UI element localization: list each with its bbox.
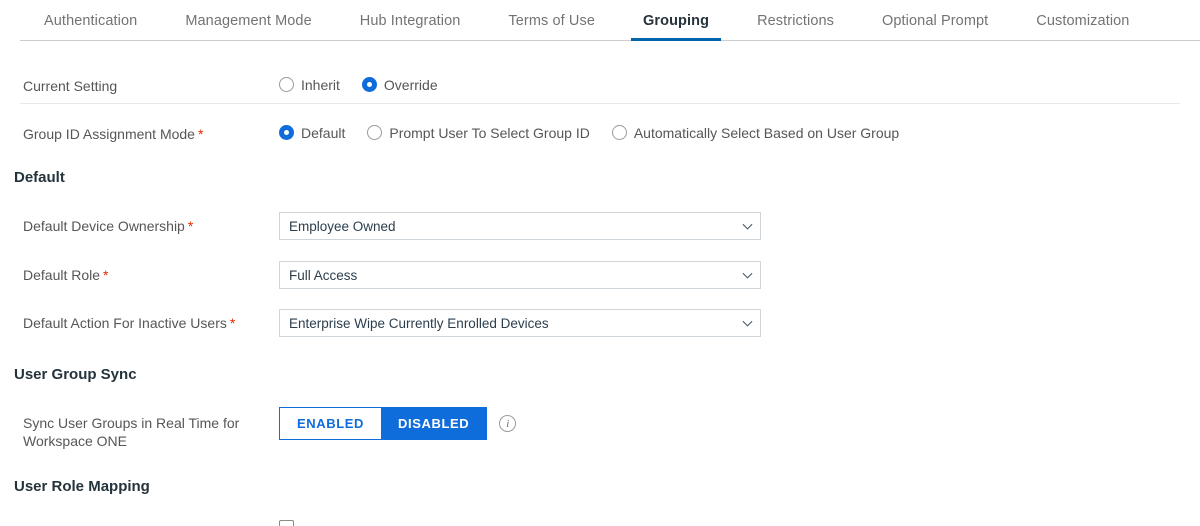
user-role-mapping-row: Enable Directory Group-Based Mapping — [0, 520, 1200, 526]
radio-label: Automatically Select Based on User Group — [633, 124, 900, 141]
tab-label: Grouping — [643, 12, 710, 29]
current-setting-radio-group: Inherit Override — [279, 77, 438, 93]
enable-directory-mapping-label: Enable Directory Group-Based Mapping — [23, 520, 279, 526]
user-group-sync-row: Sync User Groups in Real Time for Worksp… — [0, 407, 1200, 450]
default-device-ownership-label: Default Device Ownership * — [23, 217, 279, 235]
select-value: Full Access — [289, 267, 358, 283]
enable-directory-mapping-control — [279, 520, 1200, 526]
tab-label: Authentication — [44, 12, 138, 29]
radio-label: Default — [301, 124, 346, 141]
current-setting-control: Inherit Override — [279, 77, 1200, 93]
tab-label: Management Mode — [185, 12, 312, 29]
tab-authentication[interactable]: Authentication — [20, 0, 161, 41]
current-setting-row: Current Setting Inherit Override — [0, 66, 1200, 103]
toggle-disabled-button[interactable]: DISABLED — [381, 408, 487, 439]
tab-restrictions[interactable]: Restrictions — [733, 0, 858, 41]
tab-terms-of-use[interactable]: Terms of Use — [484, 0, 619, 41]
default-role-label-text: Default Role — [23, 267, 101, 283]
default-role-select[interactable]: Full Access — [279, 261, 761, 289]
tab-label: Restrictions — [757, 12, 835, 29]
default-role-control: Full Access — [279, 261, 1200, 289]
sync-user-groups-label: Sync User Groups in Real Time for Worksp… — [23, 415, 240, 449]
chevron-down-icon — [742, 268, 753, 279]
default-inactive-users-select[interactable]: Enterprise Wipe Currently Enrolled Devic… — [279, 309, 761, 337]
tab-grouping[interactable]: Grouping — [619, 0, 733, 41]
default-inactive-users-label: Default Action For Inactive Users * — [23, 314, 279, 332]
section-title-user-group-sync: User Group Sync — [14, 366, 137, 383]
tab-hub-integration[interactable]: Hub Integration — [336, 0, 485, 41]
required-asterisk: * — [103, 267, 109, 283]
chevron-down-icon — [742, 219, 753, 230]
radio-prompt-user[interactable]: Prompt User To Select Group ID — [367, 124, 590, 141]
radio-label: Prompt User To Select Group ID — [389, 124, 590, 141]
radio-automatic-user-group[interactable]: Automatically Select Based on User Group — [611, 124, 900, 141]
section-title-default: Default — [14, 169, 65, 186]
default-device-ownership-label-text: Default Device Ownership — [23, 218, 185, 234]
user-group-sync-control: ENABLED DISABLED i — [279, 407, 1200, 440]
tab-label: Optional Prompt — [882, 12, 989, 29]
tab-label: Customization — [1036, 12, 1130, 29]
grouping-settings-page: Authentication Management Mode Hub Integ… — [0, 0, 1200, 526]
radio-circle-icon — [611, 125, 627, 140]
radio-default[interactable]: Default — [279, 125, 345, 141]
default-inactive-users-row: Default Action For Inactive Users * Enter… — [0, 309, 1200, 337]
radio-circle-selected-icon — [361, 77, 377, 92]
radio-override[interactable]: Override — [361, 76, 438, 93]
section-title-user-role-mapping: User Role Mapping — [14, 478, 150, 495]
group-id-mode-label: Group ID Assignment Mode * — [23, 123, 279, 143]
radio-inherit[interactable]: Inherit — [279, 77, 340, 93]
required-asterisk: * — [197, 125, 204, 142]
radio-circle-selected-icon — [279, 125, 294, 140]
default-inactive-users-label-text: Default Action For Inactive Users — [23, 315, 227, 331]
radio-circle-icon — [279, 77, 294, 92]
current-setting-label: Current Setting — [23, 77, 118, 94]
required-asterisk: * — [187, 218, 194, 234]
default-device-ownership-control: Employee Owned — [279, 212, 1200, 240]
group-id-mode-radio-group: Default Prompt User To Select Group ID A… — [279, 125, 899, 141]
default-role-row: Default Role * Full Access — [0, 261, 1200, 289]
sync-user-groups-toggle[interactable]: ENABLED DISABLED — [279, 407, 488, 440]
radio-label: Inherit — [301, 76, 340, 93]
select-value: Enterprise Wipe Currently Enrolled Devic… — [289, 315, 549, 331]
default-inactive-users-control: Enterprise Wipe Currently Enrolled Devic… — [279, 309, 1200, 337]
group-id-mode-row: Group ID Assignment Mode * Default Prompt… — [0, 112, 1200, 153]
info-icon[interactable]: i — [499, 415, 517, 432]
default-role-label: Default Role * — [23, 266, 279, 284]
tab-bar: Authentication Management Mode Hub Integ… — [0, 0, 1200, 41]
tab-label: Terms of Use — [508, 12, 596, 29]
tab-management-mode[interactable]: Management Mode — [161, 0, 335, 41]
enable-directory-mapping-checkbox[interactable] — [279, 520, 294, 526]
toggle-enabled-button[interactable]: ENABLED — [280, 408, 382, 439]
radio-label: Override — [383, 76, 438, 93]
default-device-ownership-select[interactable]: Employee Owned — [279, 212, 761, 240]
group-id-mode-label-text: Group ID Assignment Mode — [23, 125, 195, 142]
select-value: Employee Owned — [289, 218, 396, 234]
radio-circle-icon — [367, 125, 383, 140]
tab-label: Hub Integration — [359, 12, 461, 29]
tab-customization[interactable]: Customization — [1012, 0, 1153, 41]
chevron-down-icon — [742, 316, 753, 327]
required-asterisk: * — [229, 315, 236, 331]
tab-optional-prompt[interactable]: Optional Prompt — [858, 0, 1012, 41]
default-device-ownership-row: Default Device Ownership * Employee Owned — [0, 212, 1200, 240]
group-id-mode-control: Default Prompt User To Select Group ID A… — [279, 125, 1200, 141]
